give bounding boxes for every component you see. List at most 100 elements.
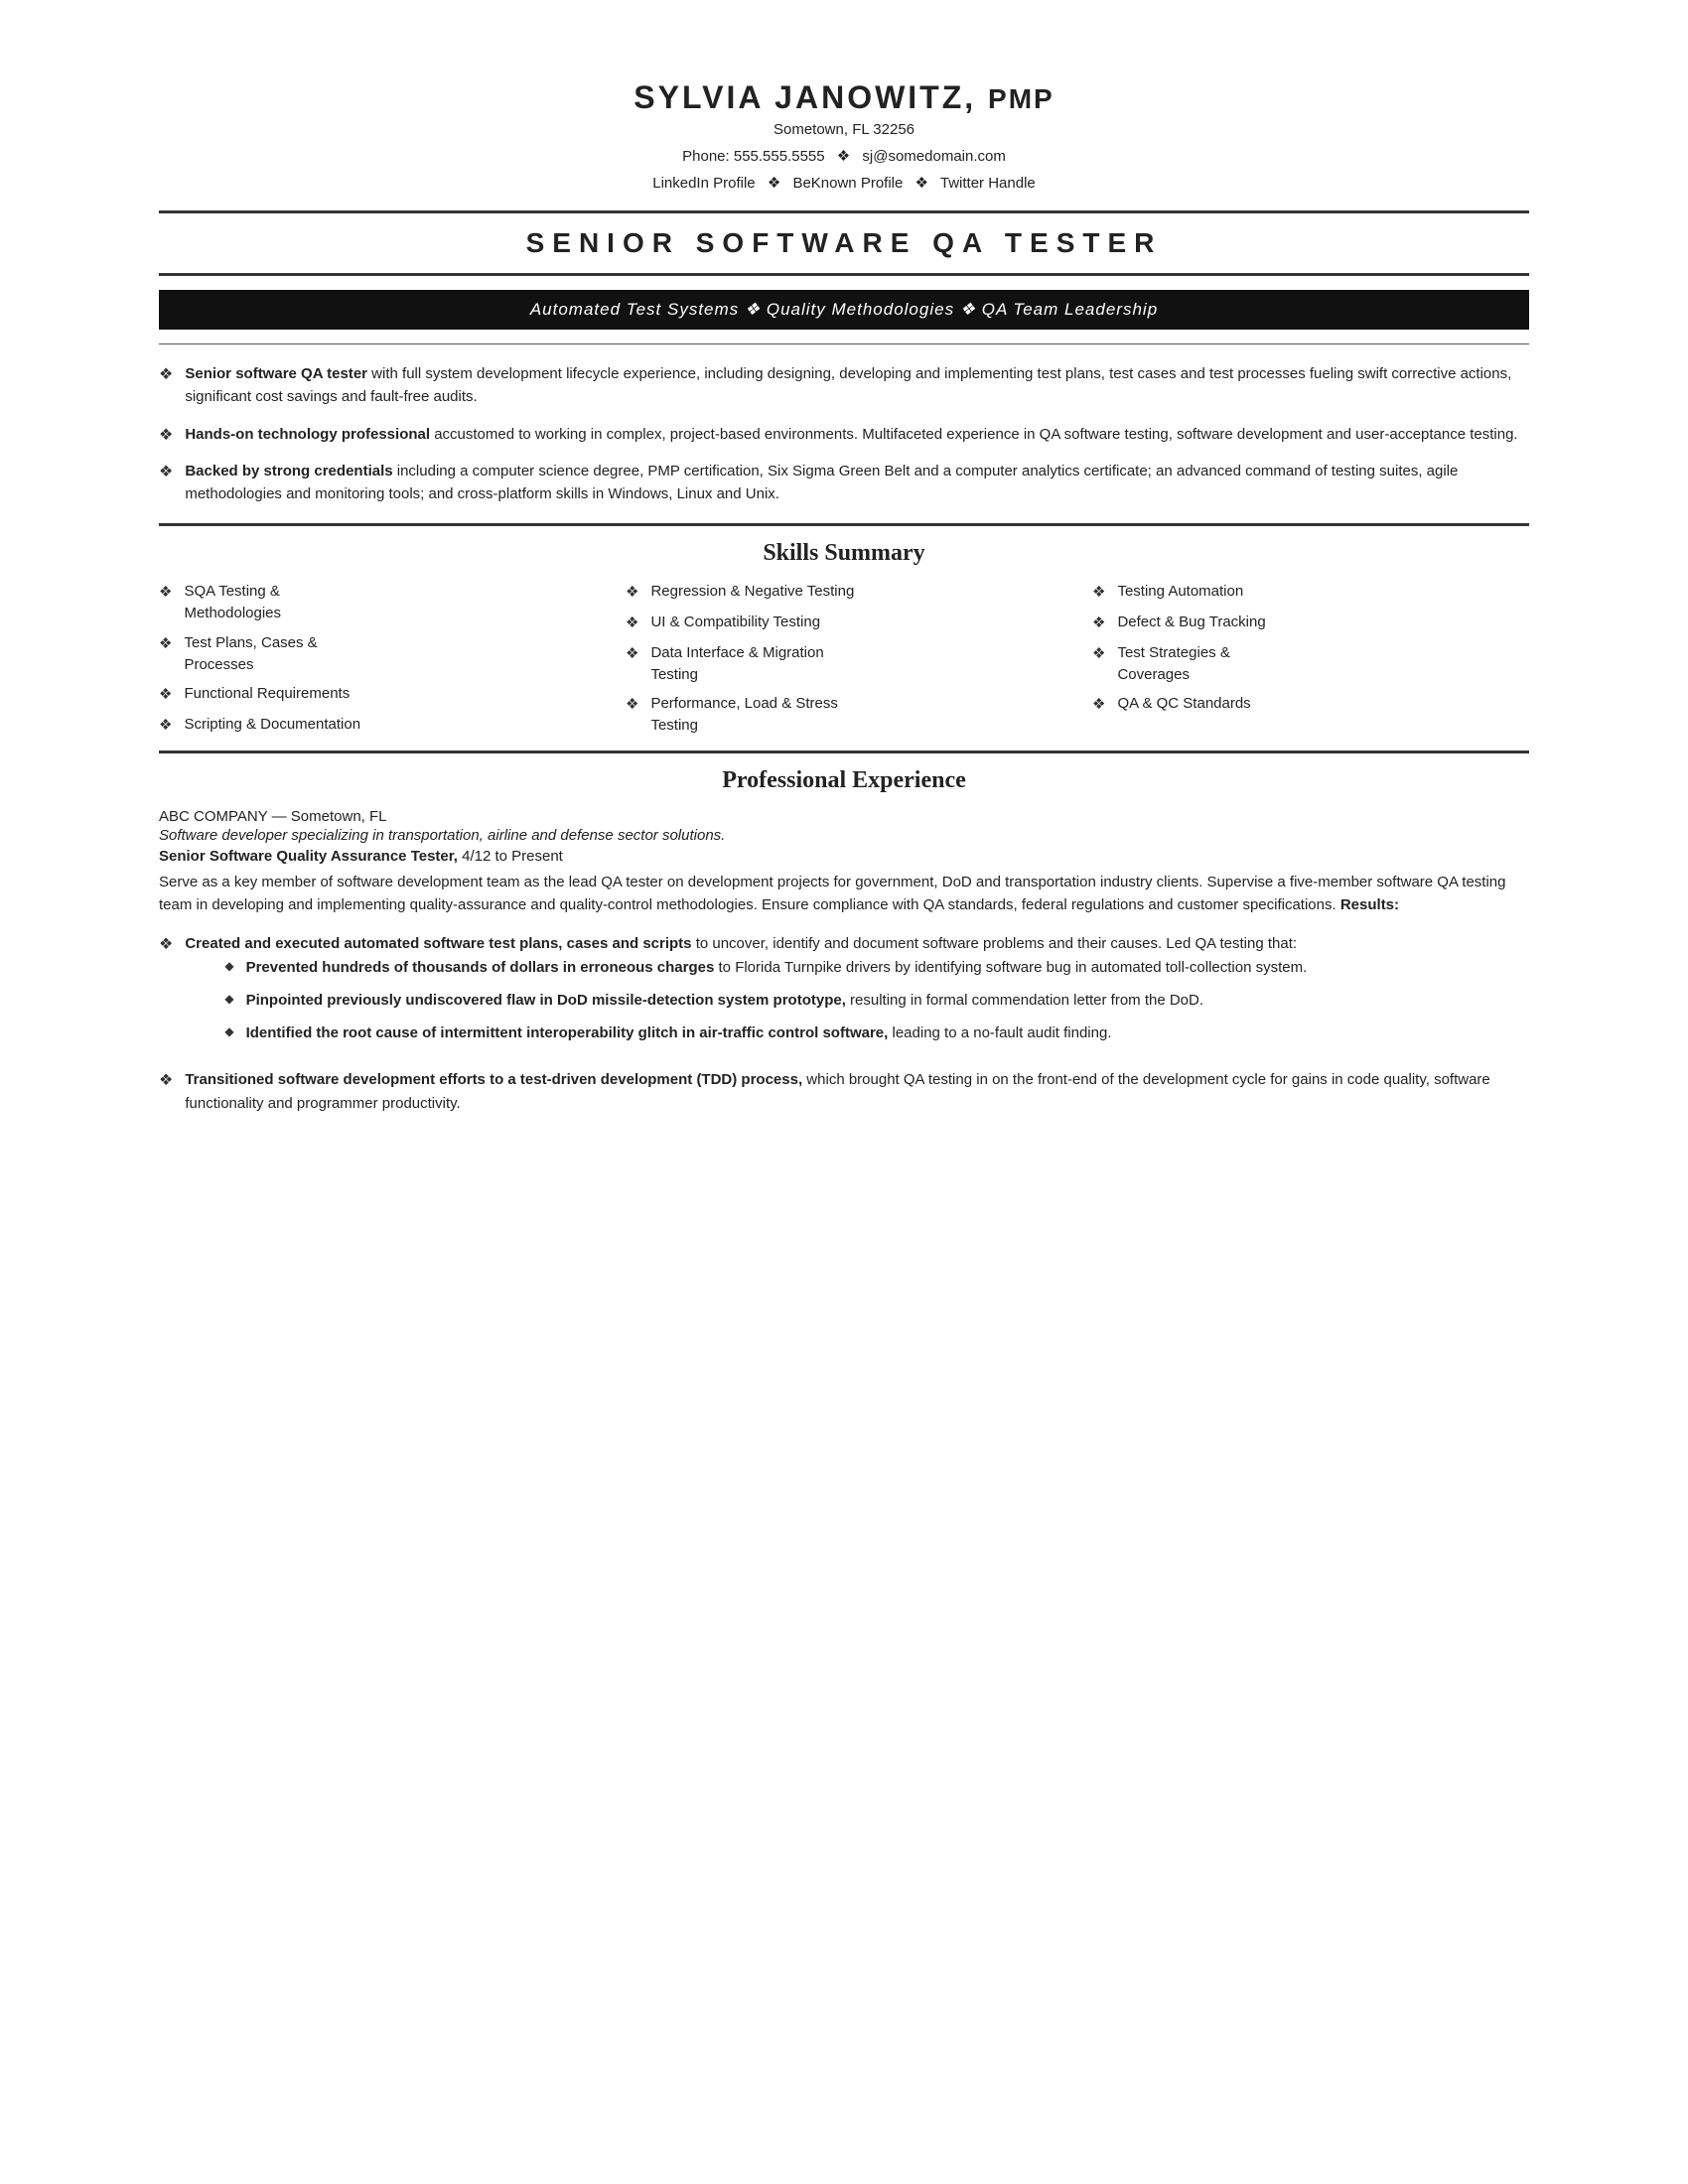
tagline-bar: Automated Test Systems ❖ Quality Methodo… <box>159 290 1529 330</box>
skill-item-8: ❖ Performance, Load & StressTesting <box>626 693 1062 737</box>
title-divider-bottom <box>159 273 1529 276</box>
summary-bold-2: Hands-on technology professional <box>185 426 430 443</box>
role-date: 4/12 to Present <box>458 848 563 865</box>
exp-diamond-2: ❖ <box>159 1070 173 1090</box>
sub-diamond-3: ◆ <box>224 1024 233 1038</box>
skill-diamond-7: ❖ <box>626 643 638 665</box>
phone-email-line: Phone: 555.555.5555 ❖ sj@somedomain.com <box>159 143 1529 170</box>
skills-section-header: Skills Summary <box>159 540 1529 567</box>
sub-bullet-rest-1: to Florida Turnpike drivers by identifyi… <box>714 959 1307 976</box>
email: sj@somedomain.com <box>862 148 1005 165</box>
skill-diamond-5: ❖ <box>626 582 638 604</box>
skill-item-10: ❖ Defect & Bug Tracking <box>1092 612 1529 634</box>
resume-header: SYLVIA JANOWITZ, PMP Sometown, FL 32256 … <box>159 79 1529 197</box>
contact-info: Sometown, FL 32256 Phone: 555.555.5555 ❖… <box>159 116 1529 197</box>
company-name: ABC COMPANY — Sometown, FL <box>159 808 1529 825</box>
skill-item-7: ❖ Data Interface & MigrationTesting <box>626 642 1062 686</box>
phone: Phone: 555.555.5555 <box>682 148 824 165</box>
linkedin: LinkedIn Profile <box>652 175 755 192</box>
skill-label-7: Data Interface & MigrationTesting <box>650 642 823 686</box>
skill-label-9: Testing Automation <box>1117 581 1243 603</box>
name-text: SYLVIA JANOWITZ, <box>633 79 976 115</box>
summary-rest-1: with full system development lifecycle e… <box>185 365 1511 405</box>
skill-item-2: ❖ Test Plans, Cases &Processes <box>159 632 596 676</box>
diamond-icon-1: ❖ <box>159 364 173 384</box>
skill-item-4: ❖ Scripting & Documentation <box>159 714 596 737</box>
skill-label-3: Functional Requirements <box>184 683 350 705</box>
skill-diamond-1: ❖ <box>159 582 172 604</box>
sub-bullet-bold-1: Prevented hundreds of thousands of dolla… <box>246 959 715 976</box>
skill-diamond-4: ❖ <box>159 715 172 737</box>
skill-label-2: Test Plans, Cases &Processes <box>184 632 317 676</box>
summary-item-1: ❖ Senior software QA tester with full sy… <box>159 362 1529 409</box>
summary-section: ❖ Senior software QA tester with full sy… <box>159 362 1529 505</box>
summary-text-1: Senior software QA tester with full syst… <box>185 362 1529 409</box>
skill-item-5: ❖ Regression & Negative Testing <box>626 581 1062 604</box>
sub-bullet-1: ◆ Prevented hundreds of thousands of dol… <box>224 956 1307 979</box>
skill-diamond-2: ❖ <box>159 633 172 655</box>
skill-item-1: ❖ SQA Testing &Methodologies <box>159 581 596 624</box>
exp-bullet-content-1: Created and executed automated software … <box>185 932 1307 1054</box>
skills-grid: ❖ SQA Testing &Methodologies ❖ Test Plan… <box>159 581 1529 737</box>
skill-diamond-6: ❖ <box>626 613 638 634</box>
company-tagline: Software developer specializing in trans… <box>159 827 1529 844</box>
exp-bullet-bold-2: Transitioned software development effort… <box>185 1071 802 1088</box>
skills-top-divider <box>159 523 1529 526</box>
skill-diamond-8: ❖ <box>626 694 638 716</box>
sub-diamond-1: ◆ <box>224 959 233 973</box>
sub-diamond-2: ◆ <box>224 992 233 1006</box>
skill-item-9: ❖ Testing Automation <box>1092 581 1529 604</box>
skill-diamond-11: ❖ <box>1092 643 1105 665</box>
job-role: Senior Software Quality Assurance Tester… <box>159 848 1529 865</box>
experience-top-divider <box>159 751 1529 753</box>
sub-bullet-rest-2: resulting in formal commendation letter … <box>846 992 1203 1009</box>
skill-item-11: ❖ Test Strategies &Coverages <box>1092 642 1529 686</box>
header-divider <box>159 210 1529 213</box>
summary-text-3: Backed by strong credentials including a… <box>185 460 1529 506</box>
results-label: Results: <box>1340 896 1399 913</box>
experience-section-header: Professional Experience <box>159 767 1529 794</box>
skill-label-6: UI & Compatibility Testing <box>650 612 820 633</box>
skill-label-1: SQA Testing &Methodologies <box>184 581 281 624</box>
twitter: Twitter Handle <box>940 175 1036 192</box>
skill-label-8: Performance, Load & StressTesting <box>650 693 837 737</box>
skills-col-1: ❖ SQA Testing &Methodologies ❖ Test Plan… <box>159 581 596 737</box>
sub-bullet-rest-3: leading to a no-fault audit finding. <box>888 1024 1111 1041</box>
experience-title: Professional Experience <box>722 767 966 793</box>
skill-diamond-3: ❖ <box>159 684 172 706</box>
skill-item-6: ❖ UI & Compatibility Testing <box>626 612 1062 634</box>
sub-bullet-bold-3: Identified the root cause of intermitten… <box>246 1024 889 1041</box>
desc-text: Serve as a key member of software develo… <box>159 874 1506 913</box>
exp-bullet-text-1: Created and executed automated software … <box>185 932 1307 955</box>
exp-bullet-text-2: Transitioned software development effort… <box>185 1068 1529 1115</box>
beknown: BeKnown Profile <box>792 175 903 192</box>
exp-bullet-1: ❖ Created and executed automated softwar… <box>159 932 1529 1054</box>
sep1: ❖ <box>837 148 850 165</box>
exp-bullet-bold-1: Created and executed automated software … <box>185 935 691 952</box>
skills-col-3: ❖ Testing Automation ❖ Defect & Bug Trac… <box>1092 581 1529 737</box>
summary-item-3: ❖ Backed by strong credentials including… <box>159 460 1529 506</box>
sub-bullet-text-2: Pinpointed previously undiscovered flaw … <box>246 989 1203 1012</box>
job-description: Serve as a key member of software develo… <box>159 871 1529 917</box>
sub-bullet-bold-2: Pinpointed previously undiscovered flaw … <box>246 992 846 1009</box>
job-entry-1: ABC COMPANY — Sometown, FL Software deve… <box>159 808 1529 1115</box>
exp-bullet-rest-1: to uncover, identify and document softwa… <box>692 935 1298 952</box>
sub-bullet-text-1: Prevented hundreds of thousands of dolla… <box>246 956 1308 979</box>
skill-diamond-9: ❖ <box>1092 582 1105 604</box>
sep2: ❖ <box>768 175 780 192</box>
sub-bullet-text-3: Identified the root cause of intermitten… <box>246 1022 1112 1044</box>
location: Sometown, FL 32256 <box>774 121 914 138</box>
skill-label-12: QA & QC Standards <box>1117 693 1250 715</box>
sep3: ❖ <box>915 175 928 192</box>
sub-bullet-2: ◆ Pinpointed previously undiscovered fla… <box>224 989 1307 1012</box>
diamond-icon-3: ❖ <box>159 462 173 481</box>
sub-bullet-3: ◆ Identified the root cause of intermitt… <box>224 1022 1307 1044</box>
skill-label-4: Scripting & Documentation <box>184 714 360 736</box>
skill-item-12: ❖ QA & QC Standards <box>1092 693 1529 716</box>
skills-title: Skills Summary <box>763 540 924 566</box>
summary-text-2: Hands-on technology professional accusto… <box>185 423 1517 446</box>
candidate-name: SYLVIA JANOWITZ, PMP <box>159 79 1529 116</box>
location-line: Sometown, FL 32256 <box>159 116 1529 143</box>
summary-item-2: ❖ Hands-on technology professional accus… <box>159 423 1529 446</box>
summary-bold-1: Senior software QA tester <box>185 365 367 382</box>
